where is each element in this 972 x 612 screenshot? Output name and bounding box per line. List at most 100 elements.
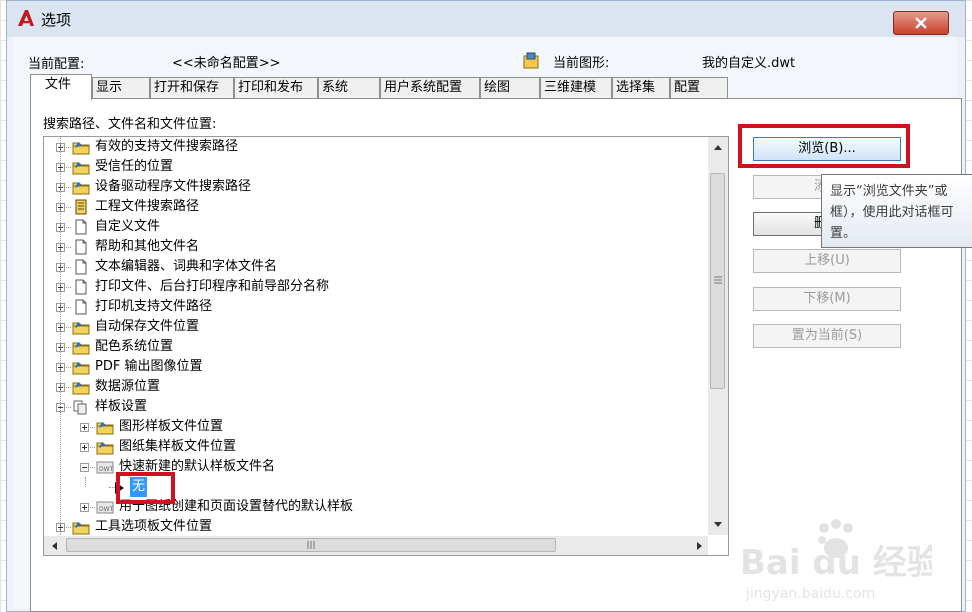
tree-connector <box>85 477 87 487</box>
tree-item-label: PDF 输出图像位置 <box>95 359 203 374</box>
move-up-button[interactable]: 上移(U) <box>753 249 901 273</box>
folder-icon <box>72 142 90 155</box>
file-icon <box>75 219 87 235</box>
tree-item[interactable]: 打印文件、后台打印程序和前导部分名称 <box>44 277 708 297</box>
tree-item-label: 样板设置 <box>95 399 148 414</box>
tree-item-label: 工程文件搜索路径 <box>95 199 200 214</box>
tab-drafting[interactable]: 绘图 <box>480 77 540 98</box>
scroll-right-arrow-icon[interactable] <box>696 541 704 551</box>
tab-3d-modeling[interactable]: 三维建模 <box>540 77 612 98</box>
title-bar[interactable]: 选项 <box>7 1 965 37</box>
tree-horizontal-scrollbar[interactable] <box>44 536 708 555</box>
tree-item-label: 数据源位置 <box>95 379 161 394</box>
browse-tooltip: 显示“浏览文件夹”或 框），使用此对话框可 置。 <box>821 174 972 248</box>
autocad-logo-icon <box>18 10 34 26</box>
tab-user-preferences[interactable]: 用户系统配置 <box>380 77 480 98</box>
tree-item-label: 文本编辑器、词典和字体文件名 <box>95 259 278 274</box>
tree-item[interactable]: 工具选项板文件位置 <box>44 517 708 537</box>
current-profile-value: <<未命名配置>> <box>172 56 281 71</box>
tree-item[interactable]: 设备驱动程序文件搜索路径 <box>44 177 708 197</box>
horizontal-scroll-thumb[interactable] <box>66 538 556 552</box>
expand-toggle-icon[interactable] <box>80 423 89 432</box>
tree-item-label: 设备驱动程序文件搜索路径 <box>95 179 252 194</box>
expand-toggle-icon[interactable] <box>80 503 89 512</box>
tree-item[interactable]: 文本编辑器、词典和字体文件名 <box>44 257 708 277</box>
set-current-button[interactable]: 置为当前(S) <box>753 324 901 348</box>
grip-icon <box>307 541 315 549</box>
tree-item-label: 打印机支持文件路径 <box>95 299 213 314</box>
watermark-brand: Bai du 经验 <box>740 543 932 583</box>
template-icon <box>73 400 87 415</box>
grip-icon <box>714 276 722 284</box>
tree-item[interactable]: 打印机支持文件路径 <box>44 297 708 317</box>
tree-item-label: 帮助和其他文件名 <box>95 239 200 254</box>
tab-plot-publish[interactable]: 打印和发布 <box>234 77 318 98</box>
tree-item[interactable]: 自定义文件 <box>44 217 708 237</box>
tab-system[interactable]: 系统 <box>318 77 380 98</box>
tree-trunk-line <box>60 137 62 537</box>
file-icon <box>75 239 87 255</box>
tree-item-label: 自定义文件 <box>95 219 161 234</box>
folder-icon <box>72 162 90 175</box>
tab-display[interactable]: 显示 <box>92 77 150 98</box>
tab-profiles[interactable]: 配置 <box>670 77 728 98</box>
window-title: 选项 <box>41 11 72 29</box>
tree-vertical-scrollbar[interactable] <box>708 137 728 535</box>
dwt-icon: DWT <box>96 501 114 514</box>
tree-item[interactable]: 帮助和其他文件名 <box>44 237 708 257</box>
tree-item[interactable]: 图纸集样板文件位置 <box>44 437 708 457</box>
scroll-up-arrow-icon[interactable] <box>713 143 723 151</box>
tree-item-label: 图形样板文件位置 <box>119 419 224 434</box>
tree-item[interactable]: PDF 输出图像位置 <box>44 357 708 377</box>
tree-item-label: 工具选项板文件位置 <box>95 519 213 534</box>
tree-item[interactable]: 样板设置 <box>44 397 708 417</box>
watermark-url: jingyan.baidu.com <box>745 586 875 602</box>
current-profile-label: 当前配置: <box>28 57 85 72</box>
folder-icon <box>72 322 90 335</box>
browse-highlight-box <box>738 124 910 168</box>
tree-heading: 搜索路径、文件名和文件位置: <box>43 117 217 132</box>
vertical-scroll-thumb[interactable] <box>710 173 725 389</box>
baidu-watermark-logo: Bai du 经验 jingyan.baidu.com <box>740 519 932 602</box>
selected-node-highlight-box <box>116 472 175 504</box>
folder-icon <box>72 342 90 355</box>
file-icon <box>75 259 87 275</box>
tree-item[interactable]: 受信任的位置 <box>44 157 708 177</box>
tree-item-label: 打印文件、后台打印程序和前导部分名称 <box>95 279 330 294</box>
folder-icon <box>72 182 90 195</box>
file-icon <box>75 299 87 315</box>
current-drawing-label: 当前图形: <box>553 56 610 71</box>
document-icon <box>75 199 87 215</box>
scroll-left-arrow-icon[interactable] <box>50 541 58 551</box>
tree-item[interactable]: 有效的支持文件搜索路径 <box>44 137 708 157</box>
close-icon <box>915 17 927 29</box>
tree-item[interactable]: 配色系统位置 <box>44 337 708 357</box>
tree-item-label: 自动保存文件位置 <box>95 319 200 334</box>
svg-text:DWT: DWT <box>99 466 114 473</box>
tab-files[interactable]: 文件 <box>30 74 92 100</box>
file-icon <box>75 279 87 295</box>
close-button[interactable] <box>893 11 949 35</box>
scroll-down-arrow-icon[interactable] <box>713 521 723 529</box>
svg-text:DWT: DWT <box>99 506 114 513</box>
tree-item[interactable]: 图形样板文件位置 <box>44 417 708 437</box>
folder-icon <box>72 362 90 375</box>
tab-selection[interactable]: 选择集 <box>612 77 670 98</box>
tree-item-label: 图纸集样板文件位置 <box>119 439 237 454</box>
folder-icon <box>72 522 90 535</box>
tree-item-label: 有效的支持文件搜索路径 <box>95 139 239 154</box>
tree-item-label: 配色系统位置 <box>95 339 174 354</box>
drawing-icon <box>523 52 539 69</box>
expand-toggle-icon[interactable] <box>80 443 89 452</box>
move-down-button[interactable]: 下移(M) <box>753 287 901 311</box>
tree-item[interactable]: 工程文件搜索路径 <box>44 197 708 217</box>
folder-icon <box>96 442 114 455</box>
tree-item[interactable]: 数据源位置 <box>44 377 708 397</box>
tab-open-save[interactable]: 打开和保存 <box>150 77 234 98</box>
tree-item[interactable]: 自动保存文件位置 <box>44 317 708 337</box>
dwt-icon: DWT <box>96 461 114 474</box>
collapse-toggle-icon[interactable] <box>80 463 89 472</box>
folder-icon <box>96 422 114 435</box>
tree-item-label: 受信任的位置 <box>95 159 174 174</box>
folder-icon <box>72 382 90 395</box>
